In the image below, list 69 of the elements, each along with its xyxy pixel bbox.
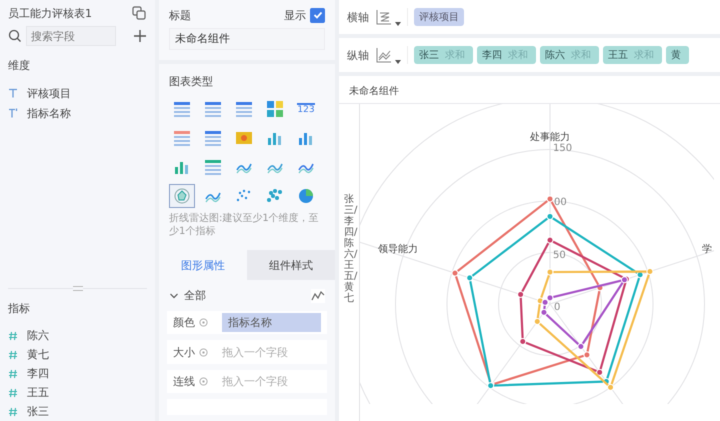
chart-type-option[interactable]: 123 xyxy=(293,97,319,121)
dropdown-caret-icon[interactable] xyxy=(395,22,401,26)
scatter-dots-icon xyxy=(266,187,284,205)
radar-axis-label: 处事能力 xyxy=(530,132,570,143)
number-field-icon xyxy=(8,330,18,340)
table-icon xyxy=(173,100,191,118)
title-input[interactable]: 未命名组件 xyxy=(169,28,325,50)
line-chart-icon[interactable] xyxy=(311,288,325,302)
measure-field[interactable]: 黄七 xyxy=(27,347,49,362)
show-label: 显示 xyxy=(284,8,306,22)
pie-chart-icon xyxy=(297,187,315,205)
radar-chart-icon xyxy=(173,187,191,205)
radar-tick-label: 50 xyxy=(553,250,566,261)
axis-type-icon[interactable] xyxy=(375,8,393,26)
number-field-icon xyxy=(8,388,18,398)
measure-field[interactable]: 陈六 xyxy=(27,328,49,343)
property-label: 颜色 xyxy=(173,315,195,330)
table-icon xyxy=(204,129,222,147)
blocks-icon xyxy=(266,100,284,118)
property-label: 连线 xyxy=(173,374,195,390)
table-icon xyxy=(235,100,253,118)
chart-type-option[interactable] xyxy=(169,184,195,208)
show-checkbox[interactable] xyxy=(310,8,325,22)
dataset-title: 员工能力评核表1 xyxy=(8,6,92,20)
text-field-icon xyxy=(8,88,18,98)
y-axis-title: 张三/李四/陈六/王五/黄七 xyxy=(339,104,360,421)
info-icon xyxy=(199,348,208,357)
radar-tick-label: 150 xyxy=(553,143,572,154)
table-icon xyxy=(204,158,222,176)
chart-title: 未命名组件 xyxy=(339,76,720,104)
field-chip[interactable]: 评核项目 xyxy=(414,8,464,26)
dimension-field[interactable]: 指标名称 xyxy=(27,106,71,120)
section-heading: 维度 xyxy=(8,58,31,73)
search-icon[interactable] xyxy=(8,29,22,43)
chevron-icon[interactable] xyxy=(169,290,179,300)
radar-tick-label: 0 xyxy=(554,302,560,313)
add-icon[interactable] xyxy=(133,29,147,43)
section-heading: 指标 xyxy=(8,301,31,316)
axis-type-icon[interactable] xyxy=(375,46,393,64)
heatmap-icon xyxy=(235,129,253,147)
number-field-icon xyxy=(8,350,18,360)
number-field-icon xyxy=(8,406,18,416)
dimension-field[interactable]: 评核项目 xyxy=(27,86,71,100)
info-icon xyxy=(199,377,208,386)
panel-tab[interactable]: 组件样式 xyxy=(247,250,335,280)
text-field-icon xyxy=(8,108,18,118)
chart-type-hint: 折线雷达图:建议至少1个维度，至少1个指标 xyxy=(169,212,320,238)
section-heading: 图表类型 xyxy=(169,74,214,89)
property-label: 大小 xyxy=(173,344,195,360)
y-axis-label: 纵轴 xyxy=(347,48,369,62)
radar-axis-label: 学 xyxy=(702,244,712,255)
x-axis-label: 横轴 xyxy=(347,10,369,24)
group-label: 全部 xyxy=(184,288,206,303)
field-chip[interactable]: 黄 xyxy=(666,46,689,64)
table-icon xyxy=(173,129,191,147)
search-field[interactable]: 搜索字段 xyxy=(26,26,116,46)
table-icon xyxy=(204,100,222,118)
radar-tick-label: 00 xyxy=(554,197,567,208)
field-chip[interactable]: 指标名称 xyxy=(222,313,321,332)
radar-axis-label: 领导能力 xyxy=(378,244,418,255)
measure-field[interactable]: 王五 xyxy=(27,385,49,400)
title-label: 标题 xyxy=(169,8,191,22)
number-field-icon xyxy=(8,368,18,378)
measure-field[interactable]: 张三 xyxy=(27,404,49,419)
checkmark-icon xyxy=(312,9,324,21)
measure-field[interactable]: 李四 xyxy=(27,366,49,381)
info-icon xyxy=(199,318,208,328)
dropdown-caret-icon[interactable] xyxy=(395,60,401,64)
resize-handle[interactable] xyxy=(72,286,82,291)
